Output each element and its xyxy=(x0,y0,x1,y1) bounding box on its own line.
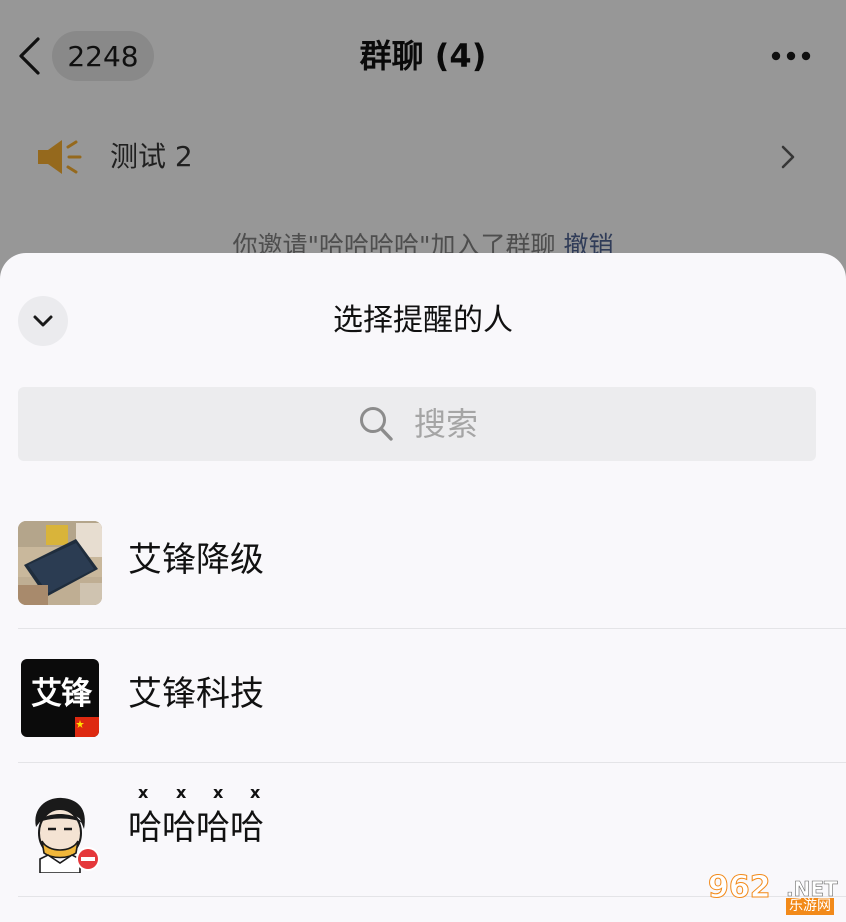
avatar xyxy=(18,789,102,873)
sheet-title: 选择提醒的人 xyxy=(333,303,513,338)
pinyin-mark: x xyxy=(213,783,224,802)
watermark-sub: 乐游网 xyxy=(786,898,834,915)
member-name: 艾锋降级 xyxy=(128,540,264,580)
member-name: 哈哈哈哈 xyxy=(128,808,264,848)
member-name: 艾锋科技 xyxy=(128,674,264,714)
avatar: 艾锋 xyxy=(21,659,99,737)
watermark-main: 962 xyxy=(708,870,772,905)
search-placeholder: 搜索 xyxy=(414,405,479,443)
photo-avatar-icon xyxy=(18,521,102,605)
pinyin-mark: x xyxy=(250,783,261,802)
cartoon-face-avatar-icon xyxy=(35,797,100,873)
avatar-logo-text: 艾锋 xyxy=(31,676,92,712)
member-row[interactable]: 艾锋降级 xyxy=(0,495,846,629)
pinyin-mark: x xyxy=(176,783,187,802)
search-icon xyxy=(360,407,393,441)
member-name-with-pinyin: x x x x 哈哈哈哈 xyxy=(128,783,428,883)
member-row[interactable]: 艾锋 艾锋科技 xyxy=(0,629,846,763)
search-input[interactable]: 搜索 xyxy=(18,387,816,461)
avatar xyxy=(18,521,102,605)
china-flag-icon xyxy=(75,717,99,737)
pinyin-mark: x xyxy=(138,783,149,802)
site-watermark: 962 .NET 乐游网 xyxy=(708,870,840,916)
mention-picker-sheet: 选择提醒的人 搜索 艾锋降级 艾锋 艾锋科技 x x x x 哈哈哈哈 xyxy=(0,253,846,922)
